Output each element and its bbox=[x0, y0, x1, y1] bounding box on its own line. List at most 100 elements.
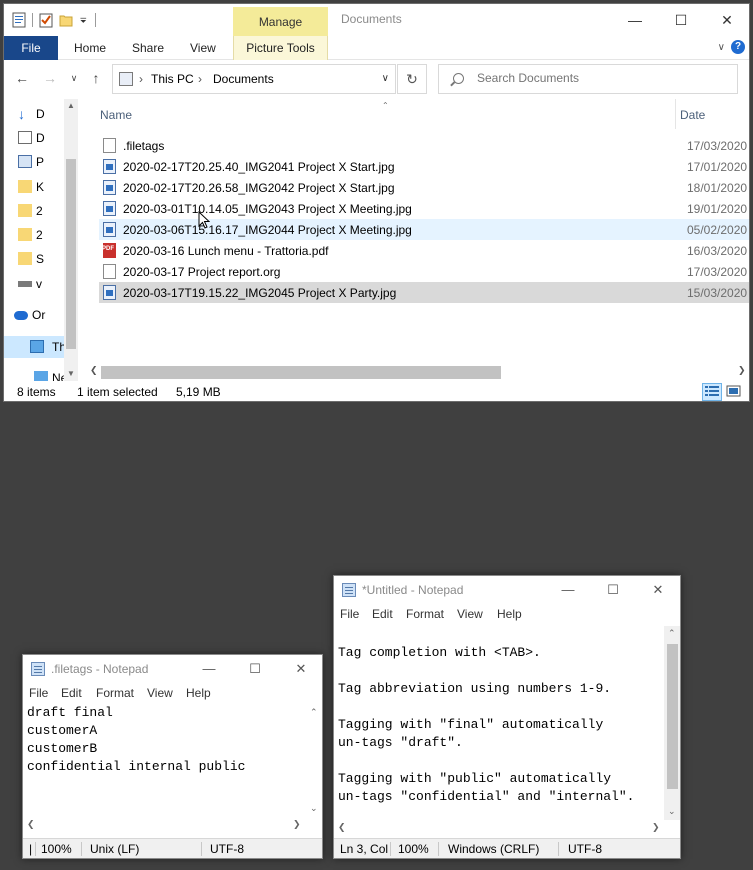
file-row[interactable]: 2020-03-17 Project report.org 17/03/2020 … bbox=[99, 261, 749, 282]
back-arrow-icon[interactable]: ← bbox=[12, 68, 32, 88]
vertical-scroll-thumb[interactable] bbox=[667, 644, 678, 789]
maximize-button[interactable]: ☐ bbox=[658, 8, 704, 32]
close-button[interactable]: ✕ bbox=[635, 578, 680, 602]
nav-item-folder[interactable]: 2 bbox=[18, 224, 43, 246]
scroll-left-icon[interactable]: ❮ bbox=[338, 822, 346, 833]
recent-locations-chevron-icon[interactable]: ∨ bbox=[64, 68, 84, 88]
explorer-titlebar: Manage Documents — ☐ ✕ bbox=[4, 4, 749, 36]
address-dropdown-icon[interactable]: ∨ bbox=[382, 73, 389, 84]
menu-edit[interactable]: Edit bbox=[61, 686, 82, 700]
check-icon[interactable] bbox=[39, 12, 53, 28]
menu-help[interactable]: Help bbox=[497, 607, 522, 621]
refresh-button[interactable]: ↻ bbox=[397, 64, 427, 94]
nav-item-downloads[interactable]: ↓ D bbox=[18, 103, 45, 125]
tab-manage[interactable]: Manage bbox=[233, 7, 328, 36]
large-icons-view-icon[interactable] bbox=[724, 383, 744, 401]
text-editor[interactable]: draft final customerA customerB confiden… bbox=[27, 704, 305, 816]
customize-qat-icon[interactable] bbox=[79, 12, 89, 28]
new-folder-icon[interactable] bbox=[59, 12, 73, 28]
minimize-button[interactable]: — bbox=[186, 657, 232, 681]
scroll-left-icon[interactable]: ❮ bbox=[90, 365, 98, 376]
scroll-up-icon[interactable]: ⌃ bbox=[668, 628, 676, 639]
minimize-button[interactable]: — bbox=[612, 8, 658, 32]
nav-item-folder[interactable]: S bbox=[18, 248, 44, 270]
menu-format[interactable]: Format bbox=[406, 607, 444, 621]
tab-file[interactable]: File bbox=[4, 36, 58, 60]
scroll-up-icon[interactable]: ⌃ bbox=[310, 707, 318, 718]
file-row[interactable]: 2020-02-17T20.25.40_IMG2041 Project X St… bbox=[99, 156, 749, 177]
column-header-name[interactable]: Name bbox=[100, 108, 132, 122]
scroll-right-icon[interactable]: ❯ bbox=[738, 365, 746, 376]
selection-status: 1 item selected bbox=[77, 385, 158, 399]
file-row[interactable]: 2020-03-17T19.15.22_IMG2045 Project X Pa… bbox=[99, 282, 749, 303]
tab-picture-tools[interactable]: Picture Tools bbox=[233, 36, 328, 60]
nav-item-onedrive[interactable]: Or bbox=[14, 304, 45, 326]
menu-view[interactable]: View bbox=[457, 607, 483, 621]
nav-pane-scrollbar[interactable]: ▲ ▼ bbox=[64, 99, 78, 381]
nav-pane-scroll-thumb[interactable] bbox=[66, 159, 76, 349]
menu-file[interactable]: File bbox=[340, 607, 359, 621]
menu-format[interactable]: Format bbox=[96, 686, 134, 700]
file-row[interactable]: 2020-02-17T20.26.58_IMG2042 Project X St… bbox=[99, 177, 749, 198]
menu-view[interactable]: View bbox=[147, 686, 173, 700]
forward-arrow-icon[interactable]: → bbox=[40, 68, 60, 88]
help-icon[interactable]: ? bbox=[731, 40, 745, 54]
tab-view[interactable]: View bbox=[190, 36, 216, 60]
up-arrow-icon[interactable]: ↑ bbox=[86, 68, 106, 88]
maximize-button[interactable]: ☐ bbox=[590, 578, 636, 602]
nav-item-pictures[interactable]: P bbox=[18, 151, 44, 173]
file-row[interactable]: 2020-03-16 Lunch menu - Trattoria.pdf 16/… bbox=[99, 240, 749, 261]
scroll-down-icon[interactable]: ⌄ bbox=[668, 806, 676, 817]
horizontal-scrollbar[interactable]: ❮ ❯ bbox=[23, 817, 306, 834]
nav-item-label: D bbox=[36, 107, 45, 121]
address-bar[interactable]: › This PC › Documents ∨ bbox=[112, 64, 396, 94]
close-button[interactable]: ✕ bbox=[704, 8, 749, 32]
scroll-down-icon[interactable]: ▼ bbox=[67, 369, 75, 378]
text-editor[interactable]: Tag completion with <TAB>. Tag abbreviat… bbox=[338, 644, 664, 819]
breadcrumb-documents[interactable]: Documents bbox=[213, 72, 274, 86]
nav-item-folder[interactable]: K bbox=[18, 176, 44, 198]
nav-item-drive[interactable]: v bbox=[18, 273, 42, 295]
column-divider[interactable] bbox=[675, 99, 676, 129]
scroll-right-icon[interactable]: ❯ bbox=[293, 819, 301, 830]
vertical-scrollbar[interactable]: ⌃ ⌄ bbox=[664, 626, 680, 820]
search-input[interactable] bbox=[477, 71, 727, 85]
scroll-right-icon[interactable]: ❯ bbox=[652, 822, 660, 833]
search-box[interactable] bbox=[438, 64, 738, 94]
breadcrumb-separator-icon[interactable]: › bbox=[198, 72, 202, 86]
menu-file[interactable]: File bbox=[29, 686, 48, 700]
file-list-horizontal-scrollbar[interactable]: ❮ ❯ bbox=[90, 363, 749, 380]
horizontal-scroll-thumb[interactable] bbox=[101, 366, 501, 379]
nav-item-label: v bbox=[36, 277, 42, 291]
file-row[interactable]: .filetags 17/03/2020 2 bbox=[99, 135, 749, 156]
file-explorer-window: Manage Documents — ☐ ✕ File Home Share V… bbox=[3, 3, 750, 402]
breadcrumb-separator-icon[interactable]: › bbox=[139, 72, 143, 86]
expand-ribbon-icon[interactable]: ∨ bbox=[718, 42, 725, 53]
breadcrumb-this-pc[interactable]: This PC bbox=[151, 72, 194, 86]
close-button[interactable]: ✕ bbox=[278, 657, 322, 681]
nav-item-folder[interactable]: 2 bbox=[18, 200, 43, 222]
scroll-left-icon[interactable]: ❮ bbox=[27, 819, 35, 830]
minimize-button[interactable]: — bbox=[545, 578, 591, 602]
scroll-up-icon[interactable]: ▲ bbox=[67, 101, 75, 110]
tab-home[interactable]: Home bbox=[74, 36, 106, 60]
nav-item-documents[interactable]: D bbox=[18, 127, 45, 149]
horizontal-scrollbar[interactable]: ❮ ❯ bbox=[334, 820, 664, 837]
nav-item-this-pc[interactable]: Th bbox=[4, 336, 66, 358]
status-bar: 8 items 1 item selected 5,19 MB bbox=[4, 381, 749, 401]
file-name: 2020-03-17 Project report.org bbox=[123, 265, 281, 279]
folder-icon bbox=[18, 180, 32, 193]
file-row[interactable]: 2020-03-01T10.14.05_IMG2043 Project X Me… bbox=[99, 198, 749, 219]
properties-icon[interactable] bbox=[12, 12, 26, 28]
status-separator bbox=[35, 842, 36, 856]
menu-edit[interactable]: Edit bbox=[372, 607, 393, 621]
maximize-button[interactable]: ☐ bbox=[232, 657, 278, 681]
scroll-down-icon[interactable]: ⌄ bbox=[310, 803, 318, 814]
qat-separator bbox=[95, 13, 96, 27]
vertical-scrollbar[interactable]: ⌃ ⌄ bbox=[306, 705, 322, 817]
file-row[interactable]: 2020-03-06T15.16.17_IMG2044 Project X Me… bbox=[99, 219, 749, 240]
menu-help[interactable]: Help bbox=[186, 686, 211, 700]
details-view-icon[interactable] bbox=[702, 383, 722, 401]
column-header-date[interactable]: Date bbox=[680, 108, 705, 122]
tab-share[interactable]: Share bbox=[132, 36, 164, 60]
